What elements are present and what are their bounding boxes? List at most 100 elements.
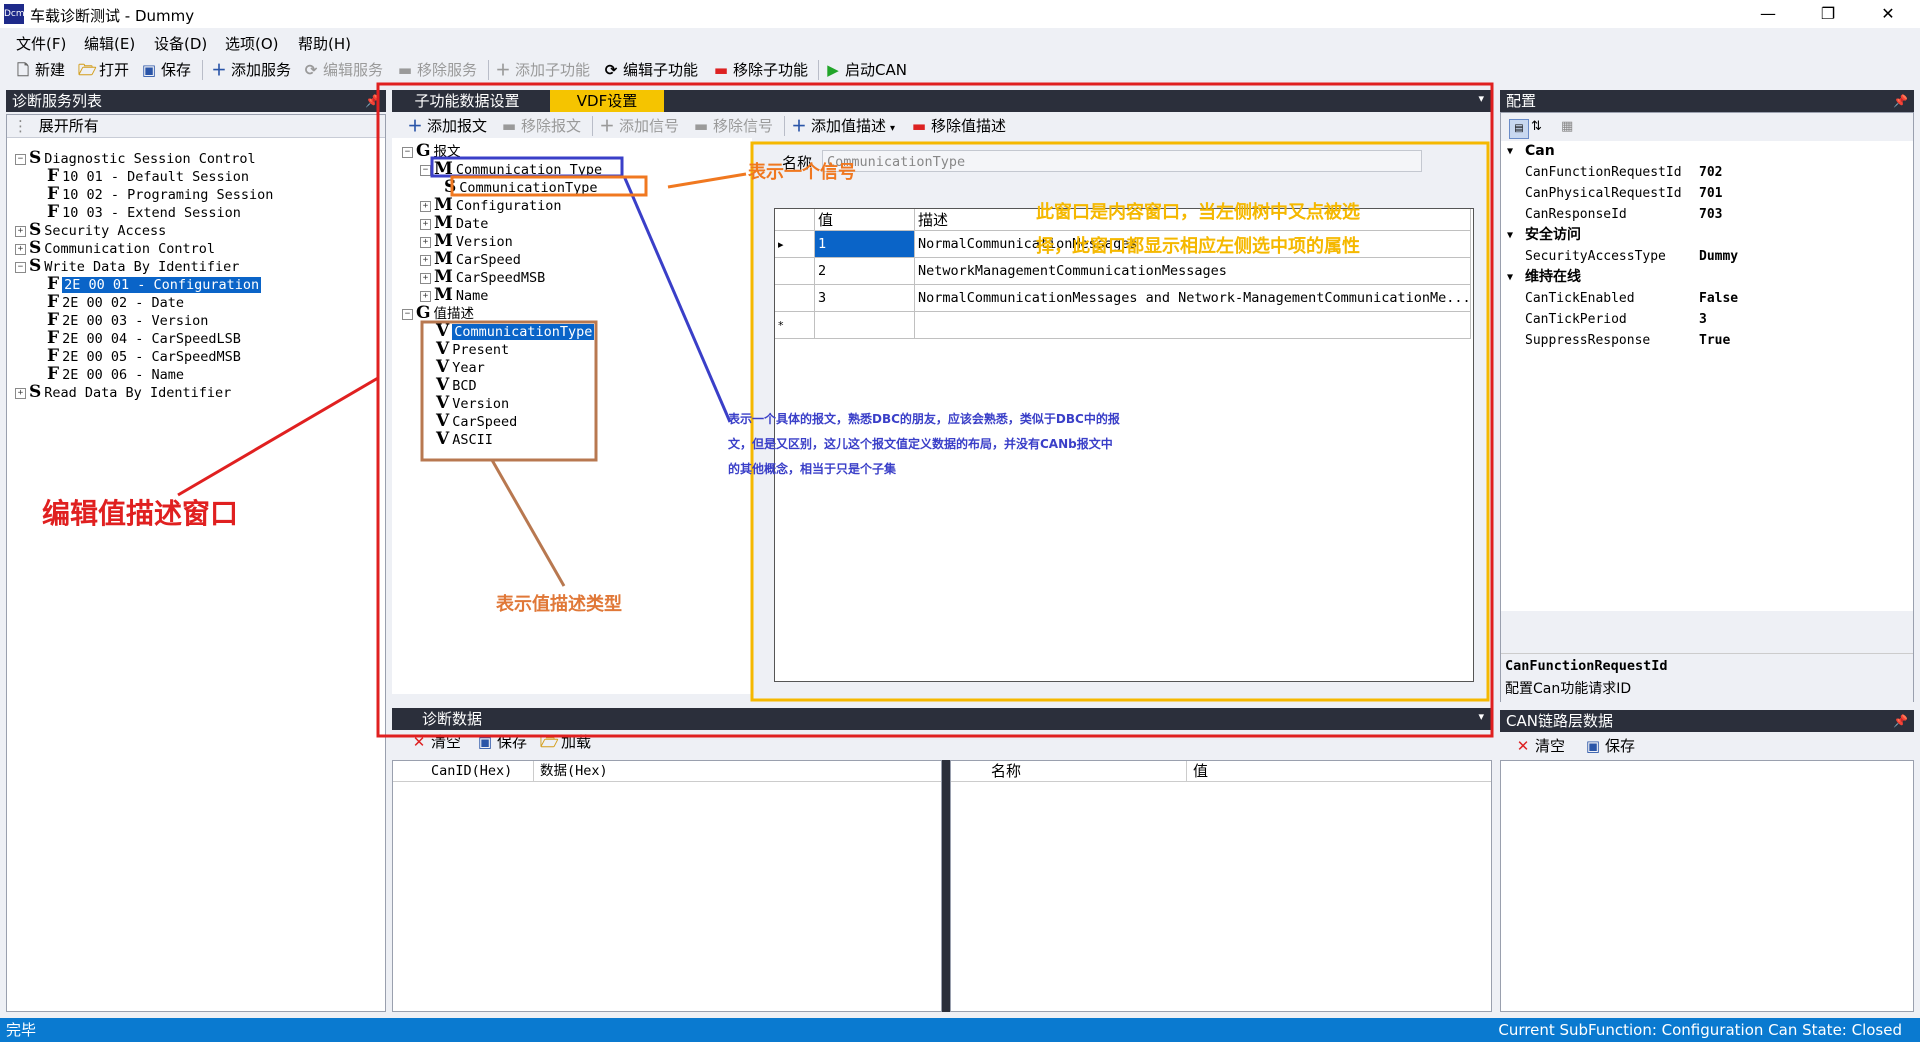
collapse-icon[interactable]: ▼ bbox=[1507, 267, 1513, 288]
save-button[interactable]: ▣ 保存 bbox=[140, 59, 191, 81]
property-row[interactable]: SecurityAccessType Dummy bbox=[1501, 246, 1913, 267]
tree-group-messages[interactable]: − G 报文 bbox=[402, 142, 461, 160]
value-cell[interactable]: 1 bbox=[815, 231, 915, 258]
tab-dropdown-icon[interactable]: ▾ bbox=[1478, 92, 1484, 105]
close-button[interactable]: ✕ bbox=[1860, 0, 1916, 28]
property-row[interactable]: SuppressResponse True bbox=[1501, 330, 1913, 351]
categorized-icon[interactable]: ▤ bbox=[1509, 119, 1529, 139]
vdf-tree-item[interactable]: + M CarSpeedMSB bbox=[420, 268, 545, 286]
expand-icon[interactable]: + bbox=[420, 218, 431, 230]
add-signal-button[interactable]: ＋添加信号 bbox=[598, 115, 679, 137]
property-value[interactable]: 3 bbox=[1699, 309, 1707, 330]
service-tree-item[interactable]: F 2E 00 06 - Name bbox=[47, 365, 184, 383]
pin-icon[interactable]: 📌 bbox=[1893, 90, 1908, 112]
can-clear-button[interactable]: ✕ 清空 bbox=[1514, 735, 1565, 757]
restore-button[interactable]: ❐ bbox=[1800, 0, 1856, 28]
collapse-icon[interactable]: ▼ bbox=[1507, 141, 1513, 162]
grid-row[interactable]: 2 NetworkManagementCommunicationMessages bbox=[775, 258, 1471, 285]
diag-load-button[interactable]: 🗁 加载 bbox=[540, 731, 591, 753]
remove-service-button[interactable]: ▬ 移除服务 bbox=[396, 59, 477, 81]
pin-icon[interactable]: 📌 bbox=[1893, 710, 1908, 732]
vdf-value-item[interactable]: V CommunicationType bbox=[436, 322, 595, 340]
property-value[interactable]: False bbox=[1699, 288, 1738, 309]
add-value-desc-button[interactable]: ＋添加值描述 ▾ bbox=[790, 115, 895, 137]
service-tree-item[interactable]: + S Security Access bbox=[15, 221, 166, 239]
start-can-button[interactable]: ▶ 启动CAN bbox=[824, 59, 907, 81]
menu-options[interactable]: 选项(O) bbox=[225, 33, 279, 54]
vdf-value-item[interactable]: V Present bbox=[436, 340, 509, 358]
menu-help[interactable]: 帮助(H) bbox=[298, 33, 351, 54]
value-column-header[interactable]: 值 bbox=[1186, 761, 1208, 781]
sort-az-icon[interactable]: ⇅ bbox=[1531, 119, 1542, 134]
property-category[interactable]: ▼ 维持在线 bbox=[1501, 267, 1913, 288]
collapse-icon[interactable]: − bbox=[15, 153, 26, 165]
row-marker[interactable] bbox=[775, 258, 815, 285]
vdf-tree-item[interactable]: + M Date bbox=[420, 214, 488, 232]
property-value[interactable]: 703 bbox=[1699, 204, 1722, 225]
property-category[interactable]: ▼ 安全访问 bbox=[1501, 225, 1913, 246]
property-category[interactable]: ▼ Can bbox=[1501, 141, 1913, 162]
expand-icon[interactable]: + bbox=[420, 254, 431, 266]
row-marker[interactable]: * bbox=[775, 312, 815, 339]
grid-row[interactable]: * bbox=[775, 312, 1471, 339]
service-tree-item[interactable]: F 10 02 - Programing Session bbox=[47, 185, 273, 203]
service-tree-item[interactable]: F 2E 00 05 - CarSpeedMSB bbox=[47, 347, 241, 365]
vdf-tree-item[interactable]: + M Name bbox=[420, 286, 488, 304]
service-tree-item[interactable]: + S Read Data By Identifier bbox=[15, 383, 231, 401]
menu-file[interactable]: 文件(F) bbox=[16, 33, 66, 54]
data-column-header[interactable]: 数据(Hex) bbox=[533, 761, 608, 781]
value-cell[interactable]: 3 bbox=[815, 285, 915, 312]
vdf-value-item[interactable]: V Year bbox=[436, 358, 485, 376]
vdf-tree-item[interactable]: S CommunicationType bbox=[444, 178, 597, 196]
menu-edit[interactable]: 编辑(E) bbox=[84, 33, 135, 54]
tree-group-value-desc[interactable]: − G 值描述 bbox=[402, 304, 474, 322]
expand-icon[interactable]: + bbox=[15, 243, 26, 255]
service-tree-item[interactable]: F 10 01 - Default Session bbox=[47, 167, 249, 185]
remove-value-desc-button[interactable]: ▬ 移除值描述 bbox=[910, 115, 1006, 137]
value-cell[interactable]: 2 bbox=[815, 258, 915, 285]
property-pages-icon[interactable]: ▦ bbox=[1561, 119, 1573, 134]
open-button[interactable]: 🗁 打开 bbox=[78, 59, 129, 81]
splitter[interactable] bbox=[942, 760, 950, 1012]
vdf-value-item[interactable]: V CarSpeed bbox=[436, 412, 517, 430]
vdf-tree-item[interactable]: − M Communication Type bbox=[420, 160, 602, 178]
tab-subfunction-data[interactable]: 子功能数据设置 bbox=[392, 90, 542, 112]
property-row[interactable]: CanResponseId 703 bbox=[1501, 204, 1913, 225]
edit-subfunction-button[interactable]: ⟳ 编辑子功能 bbox=[602, 59, 698, 81]
property-value[interactable]: True bbox=[1699, 330, 1730, 351]
property-row[interactable]: CanFunctionRequestId 702 bbox=[1501, 162, 1913, 183]
collapse-icon[interactable]: − bbox=[15, 261, 26, 273]
expand-icon[interactable]: + bbox=[420, 200, 431, 212]
service-tree-item[interactable]: − S Diagnostic Session Control bbox=[15, 149, 256, 167]
vdf-value-item[interactable]: V BCD bbox=[436, 376, 477, 394]
expand-icon[interactable]: + bbox=[420, 290, 431, 302]
desc-cell[interactable]: NetworkManagementCommunicationMessages bbox=[915, 258, 1471, 285]
collapse-icon[interactable]: ▼ bbox=[1507, 225, 1513, 246]
remove-subfunction-button[interactable]: ▬ 移除子功能 bbox=[712, 59, 808, 81]
service-tree-item[interactable]: F 2E 00 02 - Date bbox=[47, 293, 184, 311]
row-marker[interactable]: ▸ bbox=[775, 231, 815, 258]
expand-icon[interactable]: + bbox=[15, 387, 26, 399]
can-save-button[interactable]: ▣ 保存 bbox=[1584, 735, 1635, 757]
minimize-button[interactable]: — bbox=[1740, 0, 1796, 28]
collapse-icon[interactable]: − bbox=[402, 308, 413, 320]
pin-icon[interactable]: 📌 bbox=[365, 90, 380, 112]
collapse-icon[interactable]: − bbox=[402, 146, 413, 158]
remove-signal-button[interactable]: ▬ 移除信号 bbox=[692, 115, 773, 137]
expand-all-button[interactable]: 展开所有 bbox=[39, 117, 99, 135]
service-tree-item[interactable]: F 2E 00 04 - CarSpeedLSB bbox=[47, 329, 241, 347]
expand-icon[interactable]: + bbox=[420, 272, 431, 284]
service-tree-item[interactable]: F 2E 00 03 - Version bbox=[47, 311, 208, 329]
service-tree-item[interactable]: F 10 03 - Extend Session bbox=[47, 203, 241, 221]
property-row[interactable]: CanPhysicalRequestId 701 bbox=[1501, 183, 1913, 204]
value-cell[interactable] bbox=[815, 312, 915, 339]
service-tree-item[interactable]: − S Write Data By Identifier bbox=[15, 257, 239, 275]
value-column-header[interactable]: 值 bbox=[815, 209, 915, 231]
vdf-tree-item[interactable]: + M Version bbox=[420, 232, 513, 250]
property-row[interactable]: CanTickPeriod 3 bbox=[1501, 309, 1913, 330]
new-button[interactable]: 🗋 新建 bbox=[14, 59, 65, 81]
add-service-button[interactable]: ＋添加服务 bbox=[210, 59, 291, 81]
canid-column-header[interactable]: CanID(Hex) bbox=[431, 761, 512, 781]
vdf-value-item[interactable]: V Version bbox=[436, 394, 509, 412]
tab-diag-data[interactable]: 诊断数据 bbox=[392, 708, 512, 730]
